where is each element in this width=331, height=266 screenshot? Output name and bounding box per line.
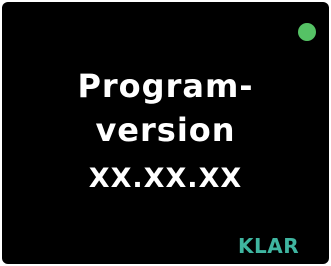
ready-button[interactable]: KLAR — [238, 234, 299, 258]
title-line-1: Program- — [77, 67, 254, 105]
title-line-2: version — [95, 111, 236, 149]
page-title: Program- version — [2, 64, 329, 152]
status-indicator-icon — [298, 23, 316, 41]
device-display: Program- version XX.XX.XX KLAR — [2, 2, 329, 264]
version-number: XX.XX.XX — [88, 163, 243, 194]
